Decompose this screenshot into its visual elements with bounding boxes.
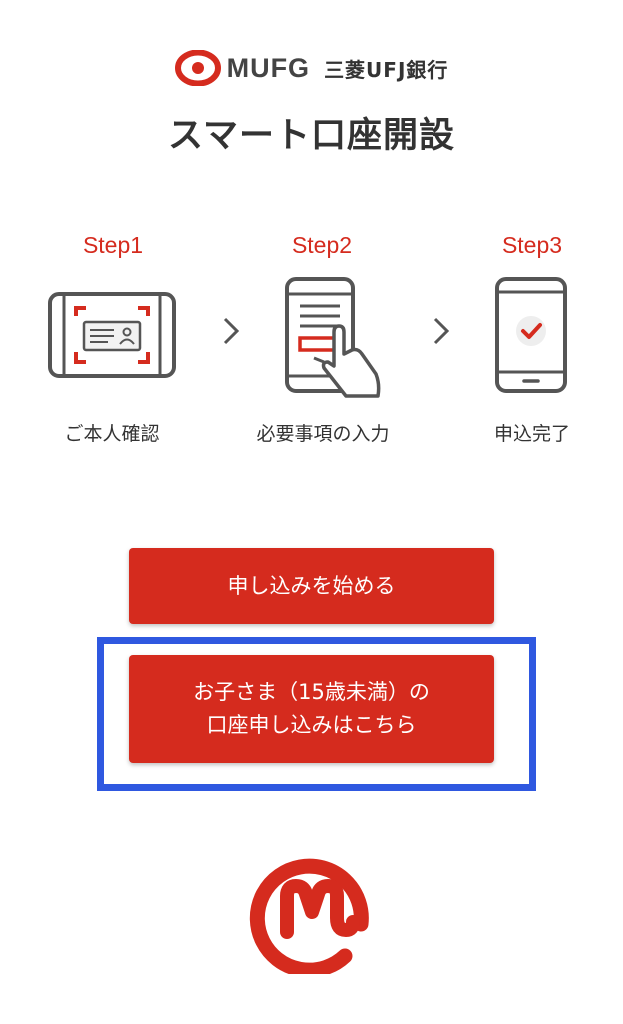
- chevron-right-icon: [433, 317, 450, 345]
- id-card-scan-phone-icon: [48, 292, 176, 378]
- mufg-wordmark: MUFG: [174, 50, 311, 86]
- brand-header: MUFG 三菱UFJ銀行: [0, 50, 623, 86]
- phone-form-tap-icon: [285, 277, 381, 398]
- kids-button-line-1: お子さま（15歳未満）の: [193, 680, 430, 705]
- step-2-caption: 必要事項の入力: [256, 423, 390, 445]
- kids-button-line-2: 口座申し込みはこちら: [206, 713, 417, 737]
- bank-name: 三菱UFJ銀行: [324, 57, 449, 82]
- mufg-logo-text: MUFG: [226, 52, 311, 83]
- phone-check-icon: [495, 277, 567, 393]
- start-application-label: 申し込みを始める: [227, 573, 396, 598]
- step-2-label: Step2: [291, 232, 353, 258]
- mufg-m-logo-icon: [249, 858, 369, 974]
- step-1-label: Step1: [82, 232, 144, 258]
- mufg-ring-logo-icon: [174, 50, 221, 86]
- step-3-label: Step3: [501, 232, 563, 258]
- step-3-caption: 申込完了: [493, 423, 570, 445]
- start-application-button[interactable]: 申し込みを始める: [129, 548, 494, 624]
- step-1-caption: ご本人確認: [64, 423, 160, 445]
- chevron-right-icon: [223, 317, 240, 345]
- kids-account-application-button[interactable]: お子さま（15歳未満）の 口座申し込みはこちら: [129, 655, 494, 763]
- page-title: スマート口座開設: [168, 116, 455, 156]
